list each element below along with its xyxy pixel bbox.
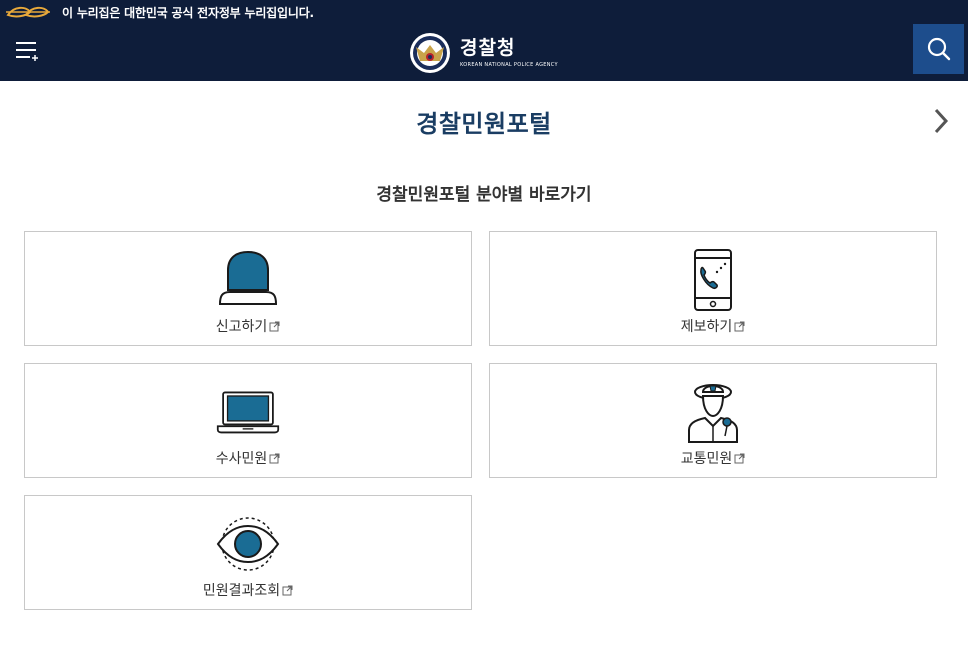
external-link-icon: [734, 453, 745, 464]
card-tip-off[interactable]: 제보하기: [489, 231, 937, 346]
brand-subtitle: KOREAN NATIONAL POLICE AGENCY: [460, 62, 558, 68]
card-result-inquiry[interactable]: 민원결과조회: [24, 495, 472, 610]
mobile-phone-icon: [694, 249, 732, 311]
site-header: 경찰청 KOREAN NATIONAL POLICE AGENCY: [0, 24, 968, 81]
card-label: 신고하기: [215, 319, 268, 335]
page-title: 경찰민원포털: [416, 110, 552, 138]
external-link-icon: [269, 321, 280, 332]
card-label: 수사민원: [215, 451, 268, 467]
external-link-icon: [734, 321, 745, 332]
police-emblem-icon: [410, 33, 450, 73]
eye-icon: [216, 517, 280, 571]
siren-icon: [218, 250, 278, 305]
chevron-right-icon[interactable]: [930, 106, 952, 136]
external-link-icon: [282, 585, 293, 596]
traffic-police-icon: [688, 384, 738, 443]
brand-logo-link[interactable]: 경찰청 KOREAN NATIONAL POLICE AGENCY: [408, 30, 558, 76]
hamburger-menu-icon: [16, 42, 38, 61]
external-link-icon: [269, 453, 280, 464]
card-label: 민원결과조회: [202, 583, 281, 599]
brand-title: 경찰청: [460, 37, 516, 59]
card-investigation[interactable]: 수사민원: [24, 363, 472, 478]
gov-banner-text: 이 누리집은 대한민국 공식 전자정부 누리집입니다.: [62, 5, 314, 20]
search-icon: [927, 37, 950, 61]
egov-logo-icon: [6, 6, 50, 18]
card-label: 교통민원: [680, 451, 733, 467]
search-button[interactable]: [913, 24, 964, 74]
card-label: 제보하기: [680, 319, 733, 335]
card-traffic[interactable]: 교통민원: [489, 363, 937, 478]
section-title: 경찰민원포털 분야별 바로가기: [376, 185, 592, 205]
gov-banner: 이 누리집은 대한민국 공식 전자정부 누리집입니다.: [0, 0, 968, 24]
card-report[interactable]: 신고하기: [24, 231, 472, 346]
laptop-icon: [216, 391, 280, 434]
menu-button[interactable]: [14, 38, 42, 66]
